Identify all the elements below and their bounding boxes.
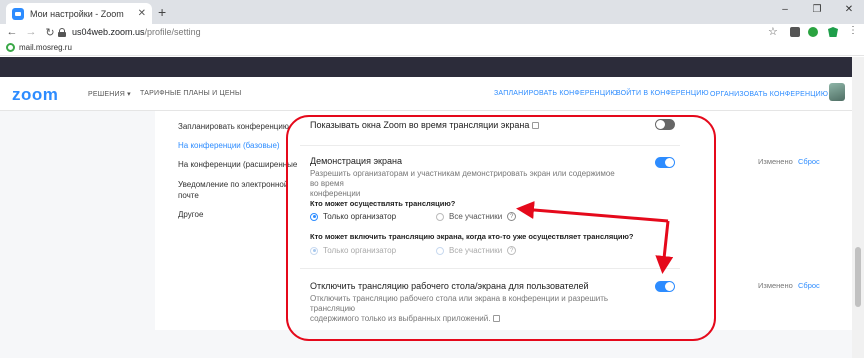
- sidebar-item-email-notification[interactable]: Уведомление по электронной: [178, 179, 288, 190]
- mosreg-icon: [6, 43, 15, 52]
- lock-icon: [58, 27, 66, 37]
- url-text: us04web.zoom.us/profile/setting: [72, 27, 201, 37]
- browser-tab-strip: Мои настройки - Zoom ✕ + – ❐ ✕: [0, 0, 864, 24]
- bookmarks-bar: mail.mosreg.ru: [0, 40, 864, 56]
- bookmark-mosreg[interactable]: mail.mosreg.ru: [19, 43, 72, 52]
- nav-solutions[interactable]: РЕШЕНИЯ ▾: [88, 90, 131, 98]
- note-icon: [493, 315, 501, 323]
- radio2-all-participants-label[interactable]: Все участники: [449, 246, 502, 255]
- menu-dots-icon[interactable]: ⋮: [848, 25, 858, 36]
- tab-close-icon[interactable]: ✕: [138, 8, 146, 19]
- divider: [300, 145, 680, 146]
- zoom-header: zoom РЕШЕНИЯ ▾ ТАРИФНЫЕ ПЛАНЫ И ЦЕНЫ ЗАП…: [0, 77, 852, 111]
- close-window-button[interactable]: ✕: [842, 4, 856, 15]
- nav-host-meeting[interactable]: ОРГАНИЗОВАТЬ КОНФЕРЕНЦИЮ ▾: [710, 90, 834, 98]
- radio-host-only[interactable]: [310, 212, 318, 221]
- who-can-share-options: Только организатор Все участники ?: [310, 212, 517, 221]
- who-can-share-label: Кто может осуществлять трансляцию?: [310, 199, 456, 208]
- zoom-favicon-icon: [12, 7, 24, 20]
- radio-all-participants-label[interactable]: Все участники: [449, 212, 502, 221]
- scrollbar-thumb[interactable]: [855, 247, 861, 307]
- who-can-start-share-label: Кто может включить трансляцию экрана, ко…: [310, 232, 634, 241]
- info-icon[interactable]: ?: [507, 246, 517, 255]
- back-arrow-icon[interactable]: ←: [5, 26, 19, 38]
- radio-all-participants[interactable]: [436, 212, 445, 221]
- reset-link[interactable]: Сброс: [798, 157, 820, 166]
- extension-icon[interactable]: [790, 27, 800, 37]
- radio2-host-only[interactable]: [310, 246, 318, 255]
- sidebar-item-meeting-basic[interactable]: На конференции (базовые): [178, 140, 280, 151]
- forward-arrow-icon[interactable]: →: [24, 26, 38, 38]
- changed-label: Изменено: [758, 157, 793, 166]
- sidebar-item-other[interactable]: Другое: [178, 209, 203, 220]
- setting-screen-share-desc: Разрешить организаторам и участникам дем…: [310, 169, 615, 198]
- content-bottom: [0, 330, 852, 358]
- new-tab-button[interactable]: +: [158, 4, 166, 20]
- sidebar-item-meeting-advanced[interactable]: На конференции (расширенные: [178, 159, 297, 170]
- setting-show-windows-title: Показывать окна Zoom во время трансляции…: [310, 120, 540, 130]
- who-can-start-share-options: Только организатор Все участники ?: [310, 246, 517, 255]
- page-scrollbar[interactable]: [852, 57, 864, 358]
- radio2-all-participants[interactable]: [436, 246, 445, 255]
- radio-host-only-label[interactable]: Только организатор: [323, 212, 396, 221]
- zoom-logo[interactable]: zoom: [12, 85, 58, 105]
- reset-link[interactable]: Сброс: [798, 281, 820, 290]
- radio2-host-only-label[interactable]: Только организатор: [323, 246, 396, 255]
- avatar[interactable]: [829, 83, 845, 101]
- sidebar-item-schedule[interactable]: Запланировать конференцию: [178, 121, 289, 132]
- changed-label: Изменено: [758, 281, 793, 290]
- maximize-button[interactable]: ❐: [810, 4, 824, 15]
- setting-screen-share-title: Демонстрация экрана: [310, 156, 402, 166]
- browser-tab[interactable]: Мои настройки - Zoom ✕: [6, 3, 152, 24]
- tab-title: Мои настройки - Zoom: [30, 8, 124, 19]
- show-windows-toggle[interactable]: [655, 119, 675, 130]
- sidebar-item-email-notification-line2[interactable]: почте: [178, 190, 199, 201]
- top-dark-band: [0, 57, 852, 77]
- window-controls: – ❐ ✕: [778, 4, 856, 15]
- divider: [300, 268, 680, 269]
- disable-desktop-toggle[interactable]: [655, 281, 675, 292]
- setting-disable-desktop-desc: Отключить трансляцию рабочего стола или …: [310, 294, 609, 323]
- shield-icon[interactable]: [828, 27, 838, 37]
- extension-green-icon[interactable]: [808, 27, 818, 37]
- nav-join-meeting[interactable]: ВОЙТИ В КОНФЕРЕНЦИЮ: [616, 90, 709, 97]
- screen-share-toggle[interactable]: [655, 157, 675, 168]
- reload-icon[interactable]: ↻: [43, 26, 57, 39]
- setting-disable-desktop-title: Отключить трансляцию рабочего стола/экра…: [310, 281, 589, 291]
- bookmark-star-icon[interactable]: ☆: [768, 25, 778, 38]
- url-field[interactable]: us04web.zoom.us/profile/setting: [58, 25, 778, 39]
- info-icon[interactable]: ?: [507, 212, 517, 221]
- nav-plans[interactable]: ТАРИФНЫЕ ПЛАНЫ И ЦЕНЫ: [140, 90, 241, 97]
- nav-schedule-meeting[interactable]: ЗАПЛАНИРОВАТЬ КОНФЕРЕНЦИЮ: [494, 90, 618, 97]
- note-icon: [532, 122, 540, 130]
- minimize-button[interactable]: –: [778, 4, 792, 15]
- address-bar-row: ← → ↻ us04web.zoom.us/profile/setting: [0, 24, 864, 40]
